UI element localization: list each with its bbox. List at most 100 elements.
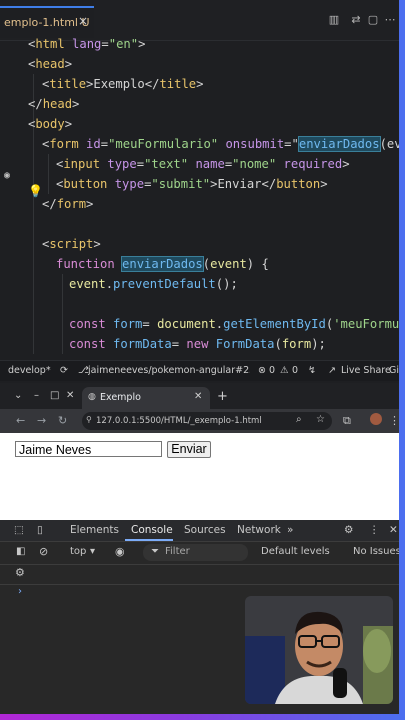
code-token: new <box>186 337 216 351</box>
filter-input[interactable]: ⏷ Filter <box>143 544 248 561</box>
split-editor-icon[interactable]: ▥ <box>328 14 340 26</box>
console-settings-icon[interactable]: ⚙ <box>15 566 25 579</box>
port-icon: ↯ <box>308 365 316 376</box>
omnibox[interactable]: ⚲ 127.0.0.1:5500/HTML/_exemplo-1.html ⌕ … <box>82 412 332 430</box>
go-live-label[interactable]: Gi <box>389 365 399 376</box>
device-toolbar-icon[interactable]: ▯ <box>37 524 43 536</box>
code-token: head <box>35 57 65 71</box>
code-token: > <box>342 157 350 171</box>
more-tabs-icon[interactable]: » <box>287 524 293 536</box>
code-token: > <box>196 77 204 91</box>
code-token: > <box>64 117 73 131</box>
site-info-icon[interactable]: ⚲ <box>86 415 92 424</box>
lightbulb-icon[interactable]: 💡 <box>28 184 43 198</box>
issues-label[interactable]: No Issues <box>353 546 399 557</box>
name-input[interactable]: Jaime Neves <box>15 441 162 457</box>
minimize-icon[interactable]: – <box>34 390 39 401</box>
code-token: = <box>136 157 145 171</box>
code-token: form <box>113 317 143 331</box>
enviar-button[interactable]: Enviar <box>167 441 211 458</box>
code-token: button <box>63 177 115 191</box>
tab-sources[interactable]: Sources <box>184 524 226 536</box>
bookmark-star-icon[interactable]: ☆ <box>316 414 325 425</box>
chevron-down-icon: ▾ <box>90 546 96 557</box>
browser-tab-title: Exemplo <box>100 392 141 403</box>
close-icon[interactable]: × <box>78 14 88 28</box>
code-token: form <box>49 137 87 151</box>
code-token: "nome" <box>232 157 284 171</box>
code-token: getElementById <box>223 317 326 331</box>
code-line[interactable]: function enviarDados(event) { <box>56 254 269 274</box>
code-token: type <box>107 157 137 171</box>
browser-tab[interactable]: ◍ Exemplo ✕ <box>82 387 210 409</box>
code-line[interactable]: <script> <box>42 234 101 254</box>
context-select[interactable]: top <box>70 546 86 557</box>
layout-icon[interactable]: ▢ <box>367 14 379 26</box>
compare-icon[interactable]: ⇄ <box>350 14 362 26</box>
code-token: = <box>100 137 109 151</box>
code-token: title <box>159 77 197 91</box>
tab-elements[interactable]: Elements <box>70 524 119 536</box>
code-token: required <box>283 157 343 171</box>
code-line[interactable]: <body> <box>28 114 72 134</box>
warning-count[interactable]: 0 <box>292 365 298 376</box>
code-line[interactable]: const formData= new FormData(form); <box>69 334 326 354</box>
back-icon[interactable]: ← <box>16 414 25 427</box>
close-window-icon[interactable]: ✕ <box>66 390 74 401</box>
code-line[interactable]: </head> <box>28 94 79 114</box>
console-prompt[interactable]: › <box>18 586 22 597</box>
error-count[interactable]: 0 <box>269 365 275 376</box>
code-token: event <box>69 277 106 291</box>
inspect-icon[interactable]: ⬚ <box>14 524 24 536</box>
code-token: ( <box>274 337 282 351</box>
code-line[interactable]: </form> <box>42 194 93 214</box>
eye-icon[interactable]: ◉ <box>115 545 125 558</box>
globe-icon: ◍ <box>88 392 96 402</box>
code-line[interactable]: <html lang="en"> <box>28 34 145 54</box>
live-share-button[interactable]: Live Share <box>341 365 391 376</box>
clear-console-icon[interactable]: ⊘ <box>39 545 48 558</box>
code-token: </ <box>144 77 160 91</box>
profile-avatar[interactable] <box>370 413 382 425</box>
tab-console[interactable]: Console <box>131 524 173 536</box>
zoom-icon[interactable]: ⌕ <box>296 414 302 425</box>
code-token: script <box>49 237 94 251</box>
gutter-marker-icon: ◉ <box>4 170 11 181</box>
code-token: > <box>64 57 73 71</box>
tab-search-icon[interactable]: ⌄ <box>14 390 22 401</box>
code-line[interactable]: <title>Exemplo</title> <box>42 74 203 94</box>
code-line[interactable]: const form= document.getElementById('meu… <box>69 314 399 334</box>
close-tab-icon[interactable]: ✕ <box>194 391 202 402</box>
reload-icon[interactable]: ↻ <box>58 414 67 427</box>
code-line[interactable]: <input type="text" name="nome" required> <box>56 154 350 174</box>
extensions-icon[interactable]: ⧉ <box>343 414 351 428</box>
more-icon[interactable]: ⋯ <box>384 14 396 26</box>
browser-tabstrip: ⌄ – □ ✕ ◍ Exemplo ✕ + <box>0 383 399 409</box>
code-token: (); <box>215 277 238 291</box>
branch-label[interactable]: develop* <box>8 365 51 376</box>
url-text: 127.0.0.1:5500/HTML/_exemplo-1.html <box>96 416 262 426</box>
sidebar-toggle-icon[interactable]: ◧ <box>16 546 25 557</box>
levels-select[interactable]: Default levels <box>261 546 330 557</box>
customize-icon[interactable]: ⋮ <box>369 524 380 536</box>
code-token: =" <box>284 137 299 151</box>
code-token: . <box>105 277 114 291</box>
code-token: button <box>276 177 321 191</box>
code-line[interactable]: <button type="submit">Enviar</button> <box>56 174 328 194</box>
settings-gear-icon[interactable]: ⚙ <box>344 524 353 536</box>
menu-icon[interactable]: ⋮ <box>389 414 399 427</box>
code-token: name <box>195 157 225 171</box>
sync-icon[interactable]: ⟳ <box>60 365 68 376</box>
new-tab-icon[interactable]: + <box>217 389 228 404</box>
tab-network[interactable]: Network <box>237 524 281 536</box>
code-line[interactable]: event.preventDefault(); <box>69 274 238 294</box>
code-token: enviarDados <box>297 136 381 152</box>
code-line[interactable]: <form id="meuFormulario" onsubmit="envia… <box>42 134 399 154</box>
forward-icon[interactable]: → <box>37 414 46 427</box>
maximize-icon[interactable]: □ <box>50 390 59 401</box>
divider <box>0 584 399 585</box>
code-editor[interactable]: <html lang="en"> <head> <title>Exemplo</ti… <box>0 34 399 360</box>
code-line[interactable]: <head> <box>28 54 72 74</box>
close-devtools-icon[interactable]: ✕ <box>389 524 398 536</box>
pr-label[interactable]: jaimeneeves/pokemon-angular#23 needs <box>88 365 250 376</box>
